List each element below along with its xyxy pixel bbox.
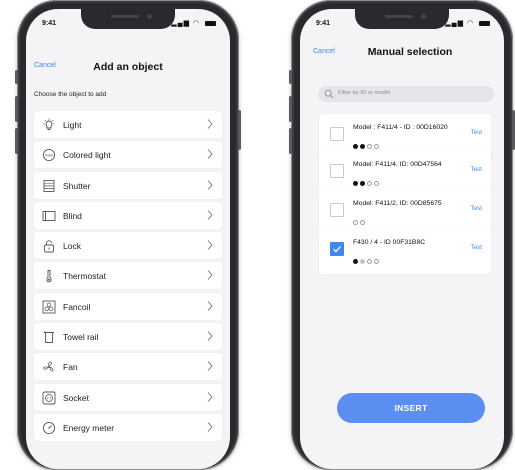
device-checkbox[interactable] <box>330 127 344 141</box>
device-name: Model: F411/2, ID: 00D85675 <box>353 200 442 207</box>
search-icon <box>324 89 334 99</box>
status-icons: ▂▄▆ ◠ <box>445 19 490 27</box>
checkmark-icon <box>333 246 341 253</box>
manual-selection-screen: 9:41 ▂▄▆ ◠ Cancel Manual selection Filte… <box>300 9 504 469</box>
mute-switch <box>15 70 18 84</box>
fancoil-icon <box>42 300 56 314</box>
list-item-label: Fan <box>63 362 78 373</box>
chevron-right-icon <box>207 331 213 341</box>
add-object-screen: 9:41 ▂▄▆ ◠ Cancel Add an object Choose t… <box>26 9 230 469</box>
status-time: 9:41 <box>316 20 331 27</box>
search-placeholder: Filter by ID or model <box>338 90 391 96</box>
chevron-right-icon <box>207 422 213 432</box>
list-item-thermostat[interactable]: Thermostat <box>34 262 222 290</box>
notch <box>355 9 449 29</box>
list-item-energy-meter[interactable]: Energy meter <box>34 413 222 441</box>
list-item-colored-light[interactable]: RGB Colored light <box>34 141 222 169</box>
chevron-right-icon <box>207 149 213 160</box>
thermometer-icon <box>46 270 52 283</box>
chevron-right-icon <box>207 361 213 372</box>
blind-icon <box>42 210 56 221</box>
signal-icon: ▂▄▆ <box>171 20 190 27</box>
list-item-blind[interactable]: Blind <box>34 201 222 229</box>
device-name: F430 / 4 - ID 00F31B8C <box>353 239 426 246</box>
meter-icon <box>42 421 56 435</box>
page-title: Add an object <box>93 61 163 73</box>
list-item-label: Socket <box>63 392 89 403</box>
towel-rail-icon <box>44 331 54 344</box>
list-item-label: Fancoil <box>63 301 91 312</box>
volume-down-button <box>289 128 292 154</box>
list-item-label: Lock <box>63 241 81 252</box>
search-field[interactable]: Filter by ID or model <box>318 86 494 102</box>
list-item-label: Light <box>63 120 82 130</box>
device-checkbox-checked[interactable] <box>330 242 344 256</box>
wifi-icon: ◠ <box>192 20 201 27</box>
list-item-label: Blind <box>63 210 82 221</box>
chevron-right-icon <box>207 179 213 190</box>
test-button[interactable]: Test <box>471 205 482 212</box>
list-item-towel-rail[interactable]: Towel rail <box>34 323 222 351</box>
chevron-right-icon <box>207 391 213 402</box>
signal-icon: ▂▄▆ <box>445 20 464 27</box>
list-item-socket[interactable]: Socket <box>34 383 222 411</box>
power-button <box>238 110 241 150</box>
list-item-label: Shutter <box>63 180 91 191</box>
list-item-shutter[interactable]: Shutter <box>34 171 222 199</box>
phone-frame-left: 9:41 ▂▄▆ ◠ Cancel Add an object Choose t… <box>15 0 241 470</box>
signal-strength-dots <box>353 136 381 149</box>
fan-icon <box>43 362 54 372</box>
list-item-fan[interactable]: Fan <box>34 353 222 381</box>
device-name: Model: F411/4, ID: 00D47564 <box>353 161 442 168</box>
device-name: Model : F411/4 - ID : 00D16020 <box>353 124 448 131</box>
test-button[interactable]: Test <box>471 166 482 173</box>
subtitle: Choose the object to add <box>34 91 107 98</box>
status-icons: ▂▄▆ ◠ <box>171 19 216 27</box>
insert-button[interactable]: INSERT <box>337 393 485 423</box>
list-item-fancoil[interactable]: Fancoil <box>34 292 222 320</box>
list-item-lock[interactable]: Lock <box>34 232 222 260</box>
list-item-label: Thermostat <box>63 271 106 282</box>
signal-strength-dots <box>353 251 381 264</box>
device-card[interactable]: F430 / 4 - ID 00F31B8C Test <box>319 229 491 274</box>
mute-switch <box>289 70 292 84</box>
object-list: Light RGB Colored light Shutter Blind Lo… <box>34 111 222 444</box>
volume-up-button <box>289 96 292 122</box>
device-checkbox[interactable] <box>330 164 344 178</box>
socket-icon <box>42 391 56 405</box>
bulb-icon <box>43 118 55 130</box>
list-item-label: Colored light <box>63 150 111 161</box>
battery-icon <box>205 20 216 26</box>
phone-frame-right: 9:41 ▂▄▆ ◠ Cancel Manual selection Filte… <box>289 0 515 470</box>
battery-icon <box>479 20 490 26</box>
chevron-right-icon <box>207 270 213 281</box>
test-button[interactable]: Test <box>471 129 482 136</box>
list-item-label: Energy meter <box>63 422 115 433</box>
lock-icon <box>44 240 54 253</box>
signal-strength-dots <box>353 212 367 225</box>
list-item-label: Towel rail <box>63 332 99 343</box>
chevron-right-icon <box>207 240 213 251</box>
signal-strength-dots <box>353 173 381 186</box>
page-title: Manual selection <box>367 46 453 58</box>
chevron-right-icon <box>207 210 213 220</box>
svg-text:RGB: RGB <box>45 154 53 158</box>
rgb-icon: RGB <box>42 149 56 162</box>
shutter-icon <box>43 179 55 192</box>
wifi-icon: ◠ <box>466 20 475 27</box>
volume-up-button <box>15 96 18 122</box>
volume-down-button <box>15 128 18 154</box>
test-button[interactable]: Test <box>471 244 482 251</box>
status-time: 9:41 <box>42 20 57 27</box>
device-checkbox[interactable] <box>330 203 344 217</box>
notch <box>81 9 175 29</box>
chevron-right-icon <box>207 300 213 311</box>
chevron-right-icon <box>207 119 213 129</box>
list-item-light[interactable]: Light <box>34 111 222 138</box>
